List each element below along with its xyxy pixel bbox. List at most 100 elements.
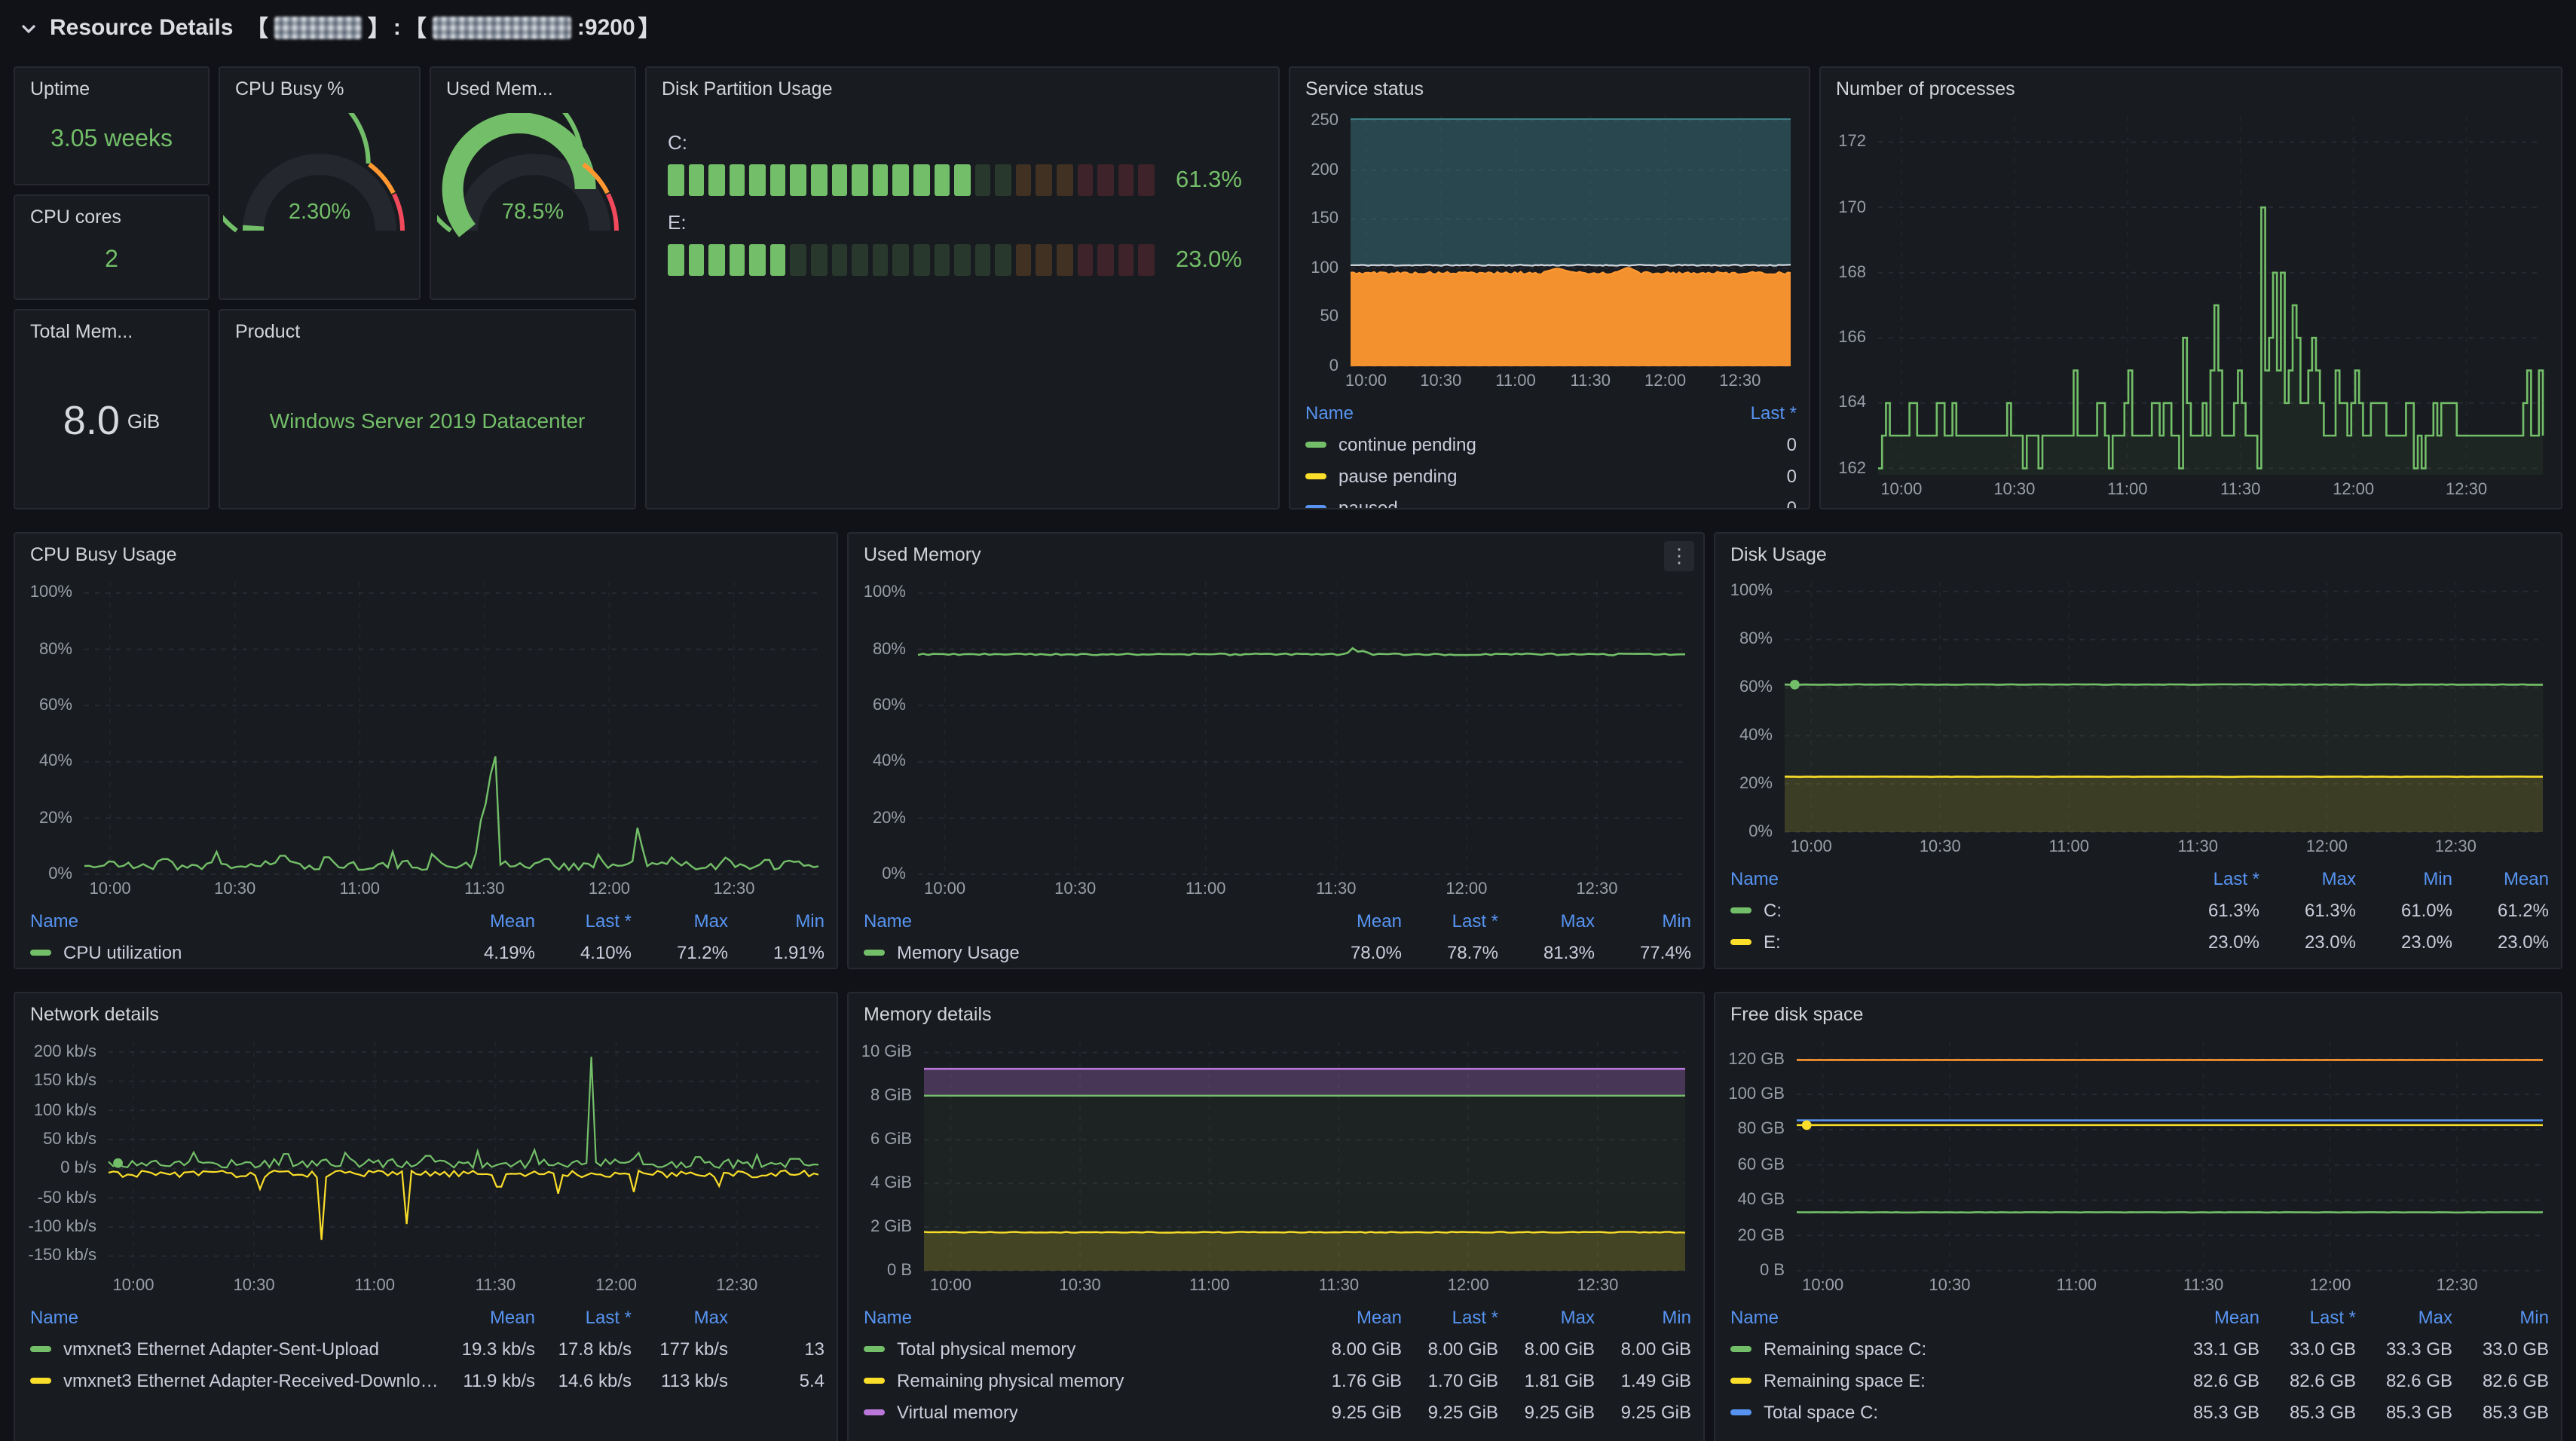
legend-header-name[interactable]: Name: [1730, 1306, 2163, 1327]
legend-header-stat[interactable]: Max: [632, 1306, 728, 1327]
legend-header-stat[interactable]: Max: [1498, 910, 1595, 931]
legend-row[interactable]: Remaining space C:33.1 GB33.0 GB33.3 GB3…: [1730, 1332, 2549, 1364]
used-memory-chart[interactable]: 100%80%60%40%20%0%10:0010:3011:0011:3012…: [855, 573, 1694, 901]
series-name[interactable]: continue pending: [1338, 433, 1476, 454]
series-swatch[interactable]: [864, 1409, 885, 1415]
series-name[interactable]: Remaining physical memory: [897, 1369, 1124, 1391]
legend-header-name[interactable]: Name: [864, 910, 1305, 931]
network-chart[interactable]: 200 kb/s150 kb/s100 kb/s50 kb/s0 b/s-50 …: [21, 1033, 828, 1298]
series-swatch[interactable]: [30, 1377, 51, 1383]
legend-header-name[interactable]: Name: [30, 910, 439, 931]
series-swatch[interactable]: [30, 1345, 51, 1351]
legend-header-stat[interactable]: Min: [2356, 867, 2452, 889]
legend-row[interactable]: vmxnet3 Ethernet Adapter-Received-Downlo…: [30, 1364, 825, 1396]
panel-title[interactable]: CPU cores: [15, 196, 208, 232]
legend-row[interactable]: Total space C:85.3 GB85.3 GB85.3 GB85.3 …: [1730, 1396, 2549, 1427]
series-name[interactable]: vmxnet3 Ethernet Adapter-Sent-Upload: [63, 1338, 379, 1359]
series-name[interactable]: Remaining space C:: [1764, 1338, 1926, 1359]
series-swatch[interactable]: [864, 1345, 885, 1351]
series-name[interactable]: Total physical memory: [897, 1338, 1075, 1359]
legend-header-stat[interactable]: Min: [1595, 910, 1691, 931]
series-swatch[interactable]: [864, 1377, 885, 1383]
disk-usage-chart[interactable]: 100%80%60%40%20%0%10:0010:3011:0011:3012…: [1721, 573, 2552, 859]
series-name[interactable]: Virtual memory: [897, 1401, 1018, 1422]
memory-details-chart[interactable]: 10 GiB8 GiB6 GiB4 GiB2 GiB0 B10:0010:301…: [855, 1033, 1694, 1298]
series-swatch[interactable]: [1730, 1377, 1751, 1383]
series-name[interactable]: C:: [1764, 899, 1782, 920]
series-swatch[interactable]: [1305, 504, 1326, 509]
series-swatch[interactable]: [30, 949, 51, 955]
legend-header-stat[interactable]: Mean: [439, 1306, 535, 1327]
legend-header-stat[interactable]: Last *: [1402, 910, 1498, 931]
series-name[interactable]: Memory Usage: [897, 941, 1020, 962]
panel-title[interactable]: Service status: [1290, 68, 1809, 104]
panel-title[interactable]: CPU Busy %: [220, 68, 419, 104]
chevron-down-icon[interactable]: [18, 17, 39, 38]
panel-title[interactable]: Used Memory: [849, 534, 1703, 570]
legend-header-stat[interactable]: Max: [632, 910, 728, 931]
legend-header-name[interactable]: Name: [864, 1306, 1305, 1327]
legend-row[interactable]: vmxnet3 Ethernet Adapter-Sent-Upload19.3…: [30, 1332, 825, 1364]
panel-title[interactable]: Memory details: [849, 993, 1703, 1030]
panel-title[interactable]: Network details: [15, 993, 837, 1030]
legend-header-stat[interactable]: Min: [728, 910, 825, 931]
panel-title[interactable]: Used Mem...: [431, 68, 635, 104]
legend-header-stat[interactable]: Last *: [1402, 1306, 1498, 1327]
panel-menu-icon[interactable]: ⋮: [1664, 541, 1694, 571]
panel-title[interactable]: Free disk space: [1715, 993, 2561, 1030]
legend-row[interactable]: CPU utilization4.19%4.10%71.2%1.91%: [30, 936, 825, 968]
legend-row[interactable]: E:23.0%23.0%23.0%23.0%: [1730, 925, 2549, 957]
panel-title[interactable]: Disk Usage: [1715, 534, 2561, 570]
legend-header-stat[interactable]: Mean: [439, 910, 535, 931]
legend-header-stat[interactable]: Min: [1595, 1306, 1691, 1327]
dashboard-row-header[interactable]: Resource Details 【 】 : 【 :9200 】: [18, 12, 661, 44]
legend-header-stat[interactable]: Last *: [2259, 1306, 2356, 1327]
legend-header-stat[interactable]: Last *: [2163, 867, 2259, 889]
legend-row[interactable]: Total physical memory8.00 GiB8.00 GiB8.0…: [864, 1332, 1691, 1364]
service-status-chart[interactable]: 25020015010050010:0010:3011:0011:3012:00…: [1296, 107, 1800, 393]
legend-row[interactable]: paused0: [1305, 491, 1797, 509]
legend-header-stat[interactable]: Mean: [2452, 867, 2549, 889]
legend-row[interactable]: C:61.3%61.3%61.0%61.2%: [1730, 894, 2549, 925]
legend-header-stat[interactable]: Mean: [1305, 910, 1402, 931]
series-swatch[interactable]: [1730, 1345, 1751, 1351]
legend-header-stat[interactable]: Mean: [1305, 1306, 1402, 1327]
legend-header-stat[interactable]: Max: [2356, 1306, 2452, 1327]
series-swatch[interactable]: [1730, 938, 1751, 944]
legend-header-name[interactable]: Name: [1305, 402, 1700, 423]
panel-title[interactable]: Product: [220, 311, 635, 347]
legend-header-stat[interactable]: Mean: [2163, 1306, 2259, 1327]
legend-header-stat[interactable]: Max: [1498, 1306, 1595, 1327]
series-name[interactable]: pause pending: [1338, 465, 1458, 486]
legend-header-name[interactable]: Name: [1730, 867, 2163, 889]
series-swatch[interactable]: [1730, 907, 1751, 913]
legend-header-stat[interactable]: Min: [2452, 1306, 2549, 1327]
legend-row[interactable]: Memory Usage78.0%78.7%81.3%77.4%: [864, 936, 1691, 968]
series-swatch[interactable]: [864, 949, 885, 955]
free-disk-chart[interactable]: 120 GB100 GB80 GB60 GB40 GB20 GB0 B10:00…: [1721, 1033, 2552, 1298]
panel-title[interactable]: Total Mem...: [15, 311, 208, 347]
series-name[interactable]: Total space C:: [1764, 1401, 1878, 1422]
series-swatch[interactable]: [1305, 473, 1326, 479]
legend-header-stat[interactable]: Last *: [1700, 402, 1797, 423]
legend-row[interactable]: Virtual memory9.25 GiB9.25 GiB9.25 GiB9.…: [864, 1396, 1691, 1427]
series-swatch[interactable]: [1305, 441, 1326, 447]
legend-row[interactable]: Remaining space E:82.6 GB82.6 GB82.6 GB8…: [1730, 1364, 2549, 1396]
series-name[interactable]: CPU utilization: [63, 941, 182, 962]
processes-chart[interactable]: 17217016816616416210:0010:3011:0011:3012…: [1827, 107, 2552, 502]
cpu-busy-chart[interactable]: 100%80%60%40%20%0%10:0010:3011:0011:3012…: [21, 573, 828, 901]
legend-row[interactable]: Remaining physical memory1.76 GiB1.70 Gi…: [864, 1364, 1691, 1396]
legend-header-stat[interactable]: Last *: [535, 910, 632, 931]
legend-header-name[interactable]: Name: [30, 1306, 439, 1327]
legend-row[interactable]: pause pending0: [1305, 460, 1797, 491]
legend-header-stat[interactable]: Max: [2259, 867, 2356, 889]
series-name[interactable]: paused: [1338, 497, 1398, 509]
legend-header-stat[interactable]: Last *: [535, 1306, 632, 1327]
panel-title[interactable]: Disk Partition Usage: [647, 68, 1278, 104]
legend-row[interactable]: continue pending0: [1305, 428, 1797, 460]
series-name[interactable]: vmxnet3 Ethernet Adapter-Received-Downlo…: [63, 1369, 439, 1391]
panel-title[interactable]: Uptime: [15, 68, 208, 104]
series-name[interactable]: Remaining space E:: [1764, 1369, 1926, 1391]
series-name[interactable]: E:: [1764, 931, 1781, 952]
panel-title[interactable]: CPU Busy Usage: [15, 534, 837, 570]
